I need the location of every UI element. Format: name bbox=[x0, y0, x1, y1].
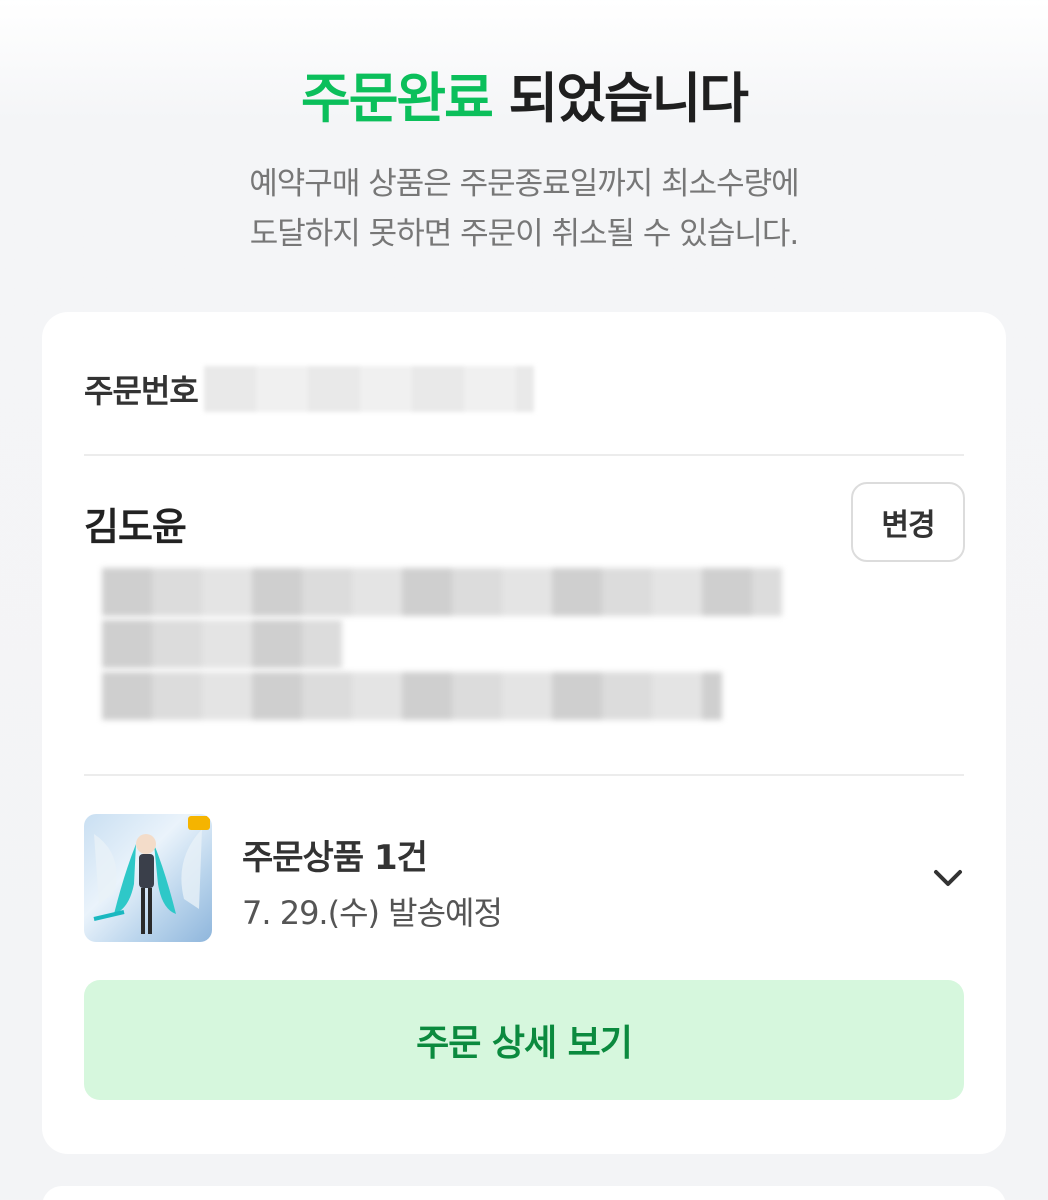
title-rest: 되었습니다 bbox=[491, 67, 749, 130]
redacted-address-line bbox=[102, 568, 782, 616]
order-card: 주문번호 김도윤 변경 주문상품 1건 7. 29.(수) 발송예정 주문 상세… bbox=[42, 312, 1006, 1154]
badge-icon bbox=[188, 816, 210, 830]
title-accent: 주문완료 bbox=[301, 67, 494, 130]
product-thumbnail bbox=[84, 814, 212, 942]
page-title: 주문완료 되었습니다 bbox=[0, 54, 1048, 133]
product-count: 주문상품 1건 bbox=[242, 838, 428, 878]
order-detail-button[interactable]: 주문 상세 보기 bbox=[84, 980, 964, 1100]
divider bbox=[84, 454, 964, 456]
notice-line-2: 도달하지 못하면 주문이 취소될 수 있습니다. bbox=[249, 216, 799, 252]
completion-header: 주문완료 되었습니다 예약구매 상품은 주문종료일까지 최소수량에 도달하지 못… bbox=[0, 54, 1048, 259]
recipient-name: 김도윤 bbox=[84, 505, 187, 549]
redacted-address-line bbox=[102, 620, 342, 668]
next-card bbox=[42, 1186, 1006, 1200]
product-summary-row[interactable]: 주문상품 1건 7. 29.(수) 발송예정 bbox=[84, 814, 964, 942]
redacted-order-number bbox=[203, 366, 534, 412]
shipping-date: 7. 29.(수) 발송예정 bbox=[242, 894, 503, 932]
chevron-down-icon[interactable] bbox=[928, 858, 968, 898]
notice-line-1: 예약구매 상품은 주문종료일까지 최소수량에 bbox=[249, 166, 799, 202]
redacted-address-line bbox=[102, 672, 722, 720]
product-image bbox=[93, 829, 202, 934]
change-address-button[interactable]: 변경 bbox=[851, 482, 965, 562]
divider bbox=[84, 774, 964, 776]
order-number-row: 주문번호 bbox=[84, 366, 534, 412]
preorder-notice: 예약구매 상품은 주문종료일까지 최소수량에 도달하지 못하면 주문이 취소될 … bbox=[0, 159, 1048, 259]
order-number-label: 주문번호 bbox=[84, 372, 199, 410]
